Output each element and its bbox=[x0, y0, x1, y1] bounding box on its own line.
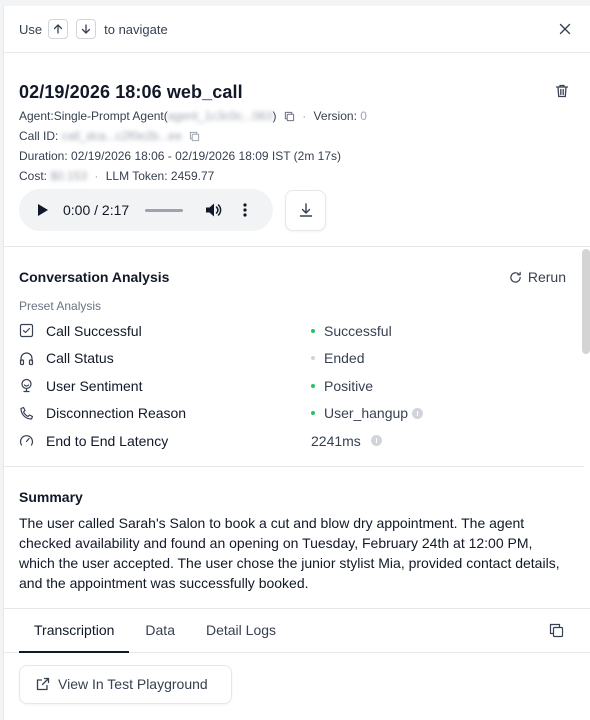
row-label-text: Call Status bbox=[46, 350, 114, 367]
info-icon[interactable] bbox=[370, 435, 382, 447]
refresh-icon bbox=[510, 271, 521, 283]
agent-id: agent_1c3c0c...063 bbox=[167, 109, 273, 123]
copy-icon[interactable] bbox=[189, 131, 200, 142]
row-label: Disconnection Reason bbox=[19, 405, 311, 421]
row-label-text: End to End Latency bbox=[46, 432, 169, 449]
row-label: Call Successful bbox=[19, 323, 311, 339]
agent-label: Agent: bbox=[19, 109, 54, 123]
duration-line: Duration: 02/19/2026 18:06 - 02/19/2026 … bbox=[19, 149, 575, 163]
info-icon[interactable] bbox=[412, 407, 424, 419]
row-label: Call Status bbox=[19, 350, 311, 366]
call-detail-panel: Use to navigate 02/19/2026 18:06 web_cal… bbox=[3, 6, 590, 720]
navigate-label: to navigate bbox=[104, 21, 168, 37]
row-value: Ended bbox=[311, 350, 364, 366]
use-label: Use bbox=[19, 21, 43, 37]
analysis-row-disconnection-reason: Disconnection Reason User_hangup bbox=[19, 400, 575, 428]
agent-line: Agent:Single-Prompt Agent(agent_1c3c0c..… bbox=[19, 109, 575, 123]
status-dot bbox=[311, 383, 315, 388]
audio-progress-slider[interactable] bbox=[145, 208, 184, 212]
status-dot bbox=[311, 356, 315, 361]
headphones-icon bbox=[19, 352, 34, 365]
version-value: 0 bbox=[360, 109, 367, 123]
analysis-row-call-successful: Call Successful Successful bbox=[19, 317, 575, 345]
more-options-icon[interactable] bbox=[243, 203, 247, 217]
volume-icon[interactable] bbox=[205, 202, 223, 218]
row-value-text: Positive bbox=[324, 377, 374, 394]
external-link-icon bbox=[36, 677, 50, 691]
gauge-icon bbox=[19, 435, 34, 446]
separator: · bbox=[94, 169, 99, 183]
separator: · bbox=[302, 109, 307, 123]
tab-data[interactable]: Data bbox=[145, 608, 175, 652]
row-label-text: Call Successful bbox=[46, 322, 142, 339]
download-button[interactable] bbox=[285, 189, 326, 231]
row-value: User_hangup bbox=[311, 405, 424, 422]
summary-text: The user called Sarah's Salon to book a … bbox=[19, 514, 560, 591]
summary-title: Summary bbox=[19, 488, 83, 505]
rerun-label: Rerun bbox=[527, 269, 566, 285]
version-label: Version: bbox=[313, 109, 357, 123]
copy-icon[interactable] bbox=[549, 623, 564, 638]
call-id-label: Call ID: bbox=[19, 129, 59, 143]
arrow-up-icon[interactable] bbox=[48, 19, 69, 39]
arrow-down-icon[interactable] bbox=[76, 19, 97, 39]
row-value: Positive bbox=[311, 378, 373, 394]
scrollbar[interactable] bbox=[582, 249, 590, 354]
cost-label: Cost: bbox=[19, 169, 48, 183]
row-value-text: User_hangup bbox=[324, 405, 409, 422]
conversation-analysis-section: Conversation Analysis Rerun Preset Analy… bbox=[4, 263, 590, 455]
navigation-hint-bar: Use to navigate bbox=[4, 6, 590, 53]
cost-line: Cost: $0.153 · LLM Token: 2459.77 bbox=[19, 169, 575, 183]
row-value-text: 2241ms bbox=[311, 432, 361, 449]
call-id-line: Call ID: call_dca...c2f0e2b...ee bbox=[19, 129, 575, 143]
duration-label: Duration: bbox=[19, 149, 68, 163]
analysis-title: Conversation Analysis bbox=[19, 269, 170, 285]
row-label: User Sentiment bbox=[19, 378, 311, 394]
llm-token-label: LLM Token: bbox=[105, 169, 168, 183]
row-value-text: Successful bbox=[324, 322, 392, 339]
audio-player: 0:00 / 2:17 bbox=[19, 189, 273, 231]
cost-value: $0.153 bbox=[50, 169, 88, 183]
preset-analysis-label: Preset Analysis bbox=[19, 299, 102, 313]
status-dot bbox=[311, 411, 315, 416]
divider bbox=[4, 246, 590, 247]
tab-transcription[interactable]: Transcription bbox=[19, 609, 130, 653]
audio-time: 0:00 / 2:17 bbox=[63, 202, 130, 218]
tab-detail-logs[interactable]: Detail Logs bbox=[206, 608, 276, 652]
download-icon bbox=[299, 203, 312, 217]
call-header: 02/19/2026 18:06 web_call Agent:Single-P… bbox=[4, 53, 590, 231]
status-dot bbox=[311, 328, 315, 333]
agent-name: Single-Prompt Agent bbox=[53, 109, 164, 123]
agent-id-close-paren: ) bbox=[272, 109, 277, 123]
detail-tabs: Transcription Data Detail Logs bbox=[4, 609, 590, 653]
play-icon[interactable] bbox=[37, 203, 49, 217]
checkbox-icon bbox=[19, 324, 34, 338]
duration-value: 02/19/2026 18:06 - 02/19/2026 18:09 IST … bbox=[71, 149, 342, 163]
phone-icon bbox=[20, 406, 34, 420]
llm-token-value: 2459.77 bbox=[170, 169, 215, 183]
row-label: End to End Latency bbox=[19, 433, 311, 449]
sentiment-icon bbox=[21, 379, 32, 393]
audio-row: 0:00 / 2:17 bbox=[19, 189, 575, 231]
row-value: Successful bbox=[311, 323, 392, 339]
view-in-test-playground-button[interactable]: View In Test Playground bbox=[19, 664, 232, 704]
trash-icon[interactable] bbox=[554, 83, 570, 99]
analysis-row-latency: End to End Latency 2241ms bbox=[19, 427, 575, 455]
rerun-button[interactable]: Rerun bbox=[509, 269, 566, 285]
analysis-row-call-status: Call Status Ended bbox=[19, 345, 575, 373]
analysis-row-user-sentiment: User Sentiment Positive bbox=[19, 372, 575, 400]
analysis-header: Conversation Analysis Rerun bbox=[19, 263, 575, 291]
summary-section: Summary The user called Sarah's Salon to… bbox=[4, 467, 590, 593]
playground-label: View In Test Playground bbox=[58, 676, 208, 692]
row-value: 2241ms bbox=[311, 433, 382, 449]
copy-icon[interactable] bbox=[284, 111, 295, 122]
row-label-text: Disconnection Reason bbox=[46, 405, 187, 422]
analysis-rows: Call Successful Successful Call Status E… bbox=[19, 317, 575, 455]
call-id-value: call_dca...c2f0e2b...ee bbox=[61, 129, 182, 143]
call-title: 02/19/2026 18:06 web_call bbox=[19, 82, 243, 102]
close-icon[interactable] bbox=[555, 19, 575, 39]
row-label-text: User Sentiment bbox=[46, 377, 143, 394]
row-value-text: Ended bbox=[324, 350, 365, 367]
